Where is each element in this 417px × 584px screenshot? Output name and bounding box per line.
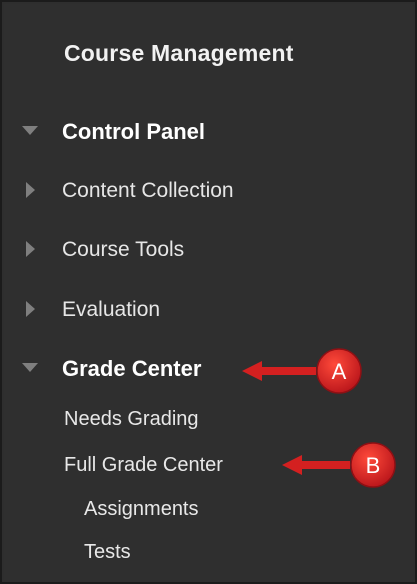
triangle-right-icon <box>26 241 35 257</box>
nav-item-label: Evaluation <box>62 298 161 321</box>
annotation-b: B <box>282 442 396 488</box>
annotation-a: A <box>242 348 362 394</box>
link-assignments[interactable]: Assignments <box>84 499 199 519</box>
link-needs-grading[interactable]: Needs Grading <box>64 409 199 429</box>
triangle-right-icon <box>26 182 35 198</box>
link-full-grade-center[interactable]: Full Grade Center <box>64 455 223 475</box>
nav-item-label: Control Panel <box>62 119 206 144</box>
nav-item-grade-center[interactable]: Grade Center <box>4 351 229 385</box>
nav-item-control-panel[interactable]: Control Panel <box>4 114 409 148</box>
nav-item-label: Content Collection <box>62 179 234 202</box>
link-tests[interactable]: Tests <box>84 542 131 562</box>
arrow-left-icon <box>282 455 350 475</box>
nav-item-content-collection[interactable]: Content Collection <box>4 173 409 207</box>
annotation-label: A <box>332 359 347 384</box>
nav-item-evaluation[interactable]: Evaluation <box>4 292 409 326</box>
triangle-down-icon <box>22 126 38 135</box>
screenshot-frame: Course Management Control Panel Content … <box>0 0 417 584</box>
course-management-panel: Course Management Control Panel Content … <box>4 4 413 580</box>
triangle-right-icon <box>26 301 35 317</box>
annotation-label: B <box>366 453 381 478</box>
triangle-down-icon <box>22 363 38 372</box>
nav-item-label: Course Tools <box>62 238 185 261</box>
nav-item-course-tools[interactable]: Course Tools <box>4 232 409 266</box>
nav-item-label: Grade Center <box>62 356 202 381</box>
arrow-left-icon <box>242 361 316 381</box>
panel-title: Course Management <box>64 40 294 66</box>
